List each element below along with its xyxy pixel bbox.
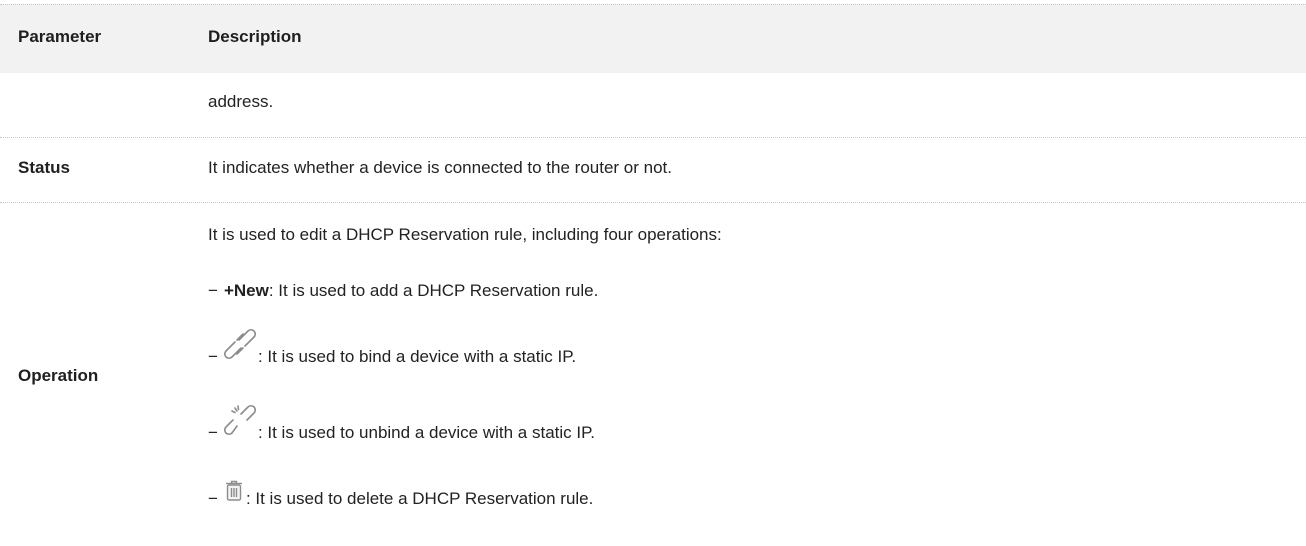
operation-intro: It is used to edit a DHCP Reservation ru… — [208, 225, 722, 244]
trash-icon — [224, 478, 244, 509]
dash-bullet: − — [208, 281, 218, 300]
row-address-description: address. — [208, 92, 274, 111]
param-status: Status — [18, 158, 70, 177]
new-label: +New — [223, 281, 269, 300]
operation-item-bind: − : It is used to bind a device with a s… — [208, 326, 576, 367]
dash-bullet: − — [208, 423, 218, 442]
unbind-description: : It is used to unbind a device with a s… — [257, 423, 595, 442]
operation-item-new: − +New : It is used to add a DHCP Reserv… — [208, 281, 598, 301]
delete-description: : It is used to delete a DHCP Reservatio… — [245, 489, 594, 508]
param-operation: Operation — [18, 366, 99, 385]
row-divider — [0, 137, 1306, 138]
operation-item-unbind: − : It is used to unbind a device with a… — [208, 402, 595, 443]
table-header-row: Parameter Description — [0, 4, 1306, 73]
operation-item-delete: − : It is used to delete a DHCP Reservat… — [208, 478, 593, 509]
header-description: Description — [208, 27, 302, 46]
header-parameter: Parameter — [18, 27, 102, 46]
status-description: It indicates whether a device is connect… — [208, 158, 672, 177]
dash-bullet: − — [208, 489, 218, 508]
row-divider — [0, 202, 1306, 203]
bind-description: : It is used to bind a device with a sta… — [257, 347, 577, 366]
dash-bullet: − — [208, 347, 218, 366]
link-icon — [223, 326, 256, 367]
new-description: : It is used to add a DHCP Reservation r… — [268, 281, 599, 300]
unlink-icon — [223, 402, 256, 443]
